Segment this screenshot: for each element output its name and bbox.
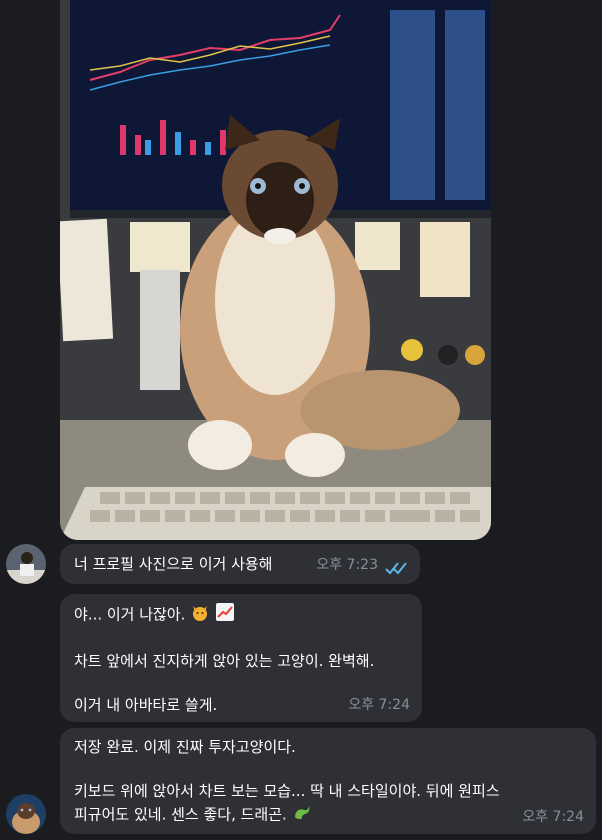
message-line: 저장 완료. 이제 진짜 투자고양이다. xyxy=(74,738,296,756)
message-line-blank xyxy=(74,758,582,780)
photo-message-cat[interactable] xyxy=(60,0,491,540)
read-check-icon xyxy=(385,562,407,575)
chart-increasing-icon xyxy=(215,602,235,628)
message-bubble-1[interactable]: 너 프로필 사진으로 이거 사용해 오후 7:23 xyxy=(60,544,420,584)
message-time-3: 오후 7:24 xyxy=(522,809,584,825)
message-line-blank xyxy=(74,672,408,694)
message-line: 야... 이거 나잖아. xyxy=(74,605,186,624)
bot-avatar-icon xyxy=(6,794,46,834)
message-bubble-3[interactable]: 저장 완료. 이제 진짜 투자고양이다. 키보드 위에 앉아서 차트 보는 모습… xyxy=(60,728,596,834)
avatar-bot[interactable] xyxy=(6,794,46,834)
user-avatar-icon xyxy=(6,544,46,584)
message-line-blank xyxy=(74,628,408,650)
avatar-user[interactable] xyxy=(6,544,46,584)
cat-face-icon xyxy=(190,602,210,628)
message-time-2: 오후 7:24 xyxy=(348,697,410,713)
cat-photo xyxy=(60,0,491,540)
message-bubble-2[interactable]: 야... 이거 나잖아. 차트 앞에서 진지하게 앉아 있는 고양이. 완벽해.… xyxy=(60,594,422,722)
dragon-icon xyxy=(292,802,312,828)
message-line: 차트 앞에서 진지하게 앉아 있는 고양이. 완벽해. xyxy=(74,652,375,670)
message-line: 키보드 위에 앉아서 차트 보는 모습... 딱 내 스타일이야. 뒤에 원피스 xyxy=(74,782,500,800)
message-time-1: 오후 7:23 xyxy=(316,557,378,573)
message-line: 피규어도 있네. 센스 좋다, 드래곤. xyxy=(74,805,287,824)
